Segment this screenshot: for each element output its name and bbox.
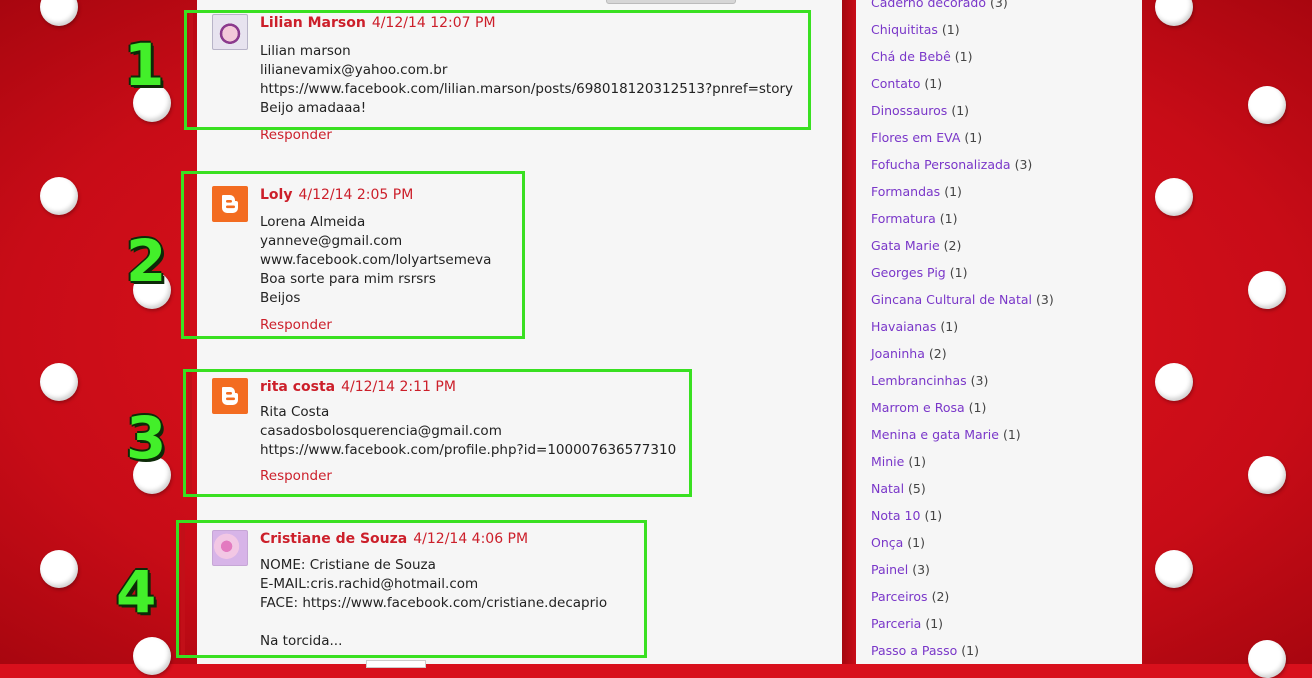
highlight-box	[181, 171, 525, 339]
polka-dot	[40, 177, 78, 215]
polka-dot	[40, 363, 78, 401]
label-link[interactable]: Gincana Cultural de Natal	[871, 292, 1032, 307]
label-item[interactable]: Natal (5)	[871, 478, 1054, 505]
label-count: (3)	[970, 373, 989, 388]
label-count: (2)	[928, 346, 947, 361]
label-item[interactable]: Parceiros (2)	[871, 586, 1054, 613]
label-link[interactable]: Painel	[871, 562, 908, 577]
polka-dot	[1155, 550, 1193, 588]
highlight-box	[183, 369, 692, 497]
entry-number: 2	[126, 227, 167, 295]
label-item[interactable]: Gincana Cultural de Natal (3)	[871, 289, 1054, 316]
label-count: (1)	[968, 400, 987, 415]
label-link[interactable]: Nota 10	[871, 508, 920, 523]
label-item[interactable]: Havaianas (1)	[871, 316, 1054, 343]
label-count: (3)	[912, 562, 930, 577]
bottom-tab[interactable]	[366, 660, 426, 668]
label-count: (1)	[951, 103, 970, 118]
label-item[interactable]: Dinossauros (1)	[871, 100, 1054, 127]
label-count: (2)	[943, 238, 962, 253]
label-link[interactable]: Georges Pig	[871, 265, 946, 280]
label-link[interactable]: Flores em EVA	[871, 130, 960, 145]
label-link[interactable]: Dinossauros	[871, 103, 947, 118]
label-count: (1)	[925, 616, 944, 631]
polka-dot	[1248, 640, 1286, 678]
entry-number: 3	[126, 404, 167, 472]
label-link[interactable]: Gata Marie	[871, 238, 940, 253]
label-count: (3)	[1036, 292, 1054, 307]
polka-dot	[40, 550, 78, 588]
label-item[interactable]: Lembrancinhas (3)	[871, 370, 1054, 397]
label-item[interactable]: Gata Marie (2)	[871, 235, 1054, 262]
label-item[interactable]: Nota 10 (1)	[871, 505, 1054, 532]
label-count: (5)	[908, 481, 926, 496]
label-link[interactable]: Fofucha Personalizada	[871, 157, 1011, 172]
label-item[interactable]: Minie (1)	[871, 451, 1054, 478]
label-count: (1)	[908, 454, 927, 469]
label-count: (3)	[1014, 157, 1033, 172]
label-count: (1)	[944, 184, 962, 199]
label-link[interactable]: Chiquititas	[871, 22, 938, 37]
label-link[interactable]: Formatura	[871, 211, 936, 226]
column-divider	[842, 0, 856, 664]
entry-number: 1	[124, 31, 165, 99]
label-item[interactable]: Passo a Passo (1)	[871, 640, 1054, 667]
label-link[interactable]: Parceria	[871, 616, 921, 631]
label-link[interactable]: Onça	[871, 535, 903, 550]
label-link[interactable]: Havaianas	[871, 319, 936, 334]
label-link[interactable]: Formandas	[871, 184, 940, 199]
label-link[interactable]: Passo a Passo	[871, 643, 957, 658]
label-item[interactable]: Marrom e Rosa (1)	[871, 397, 1054, 424]
label-item[interactable]: Contato (1)	[871, 73, 1054, 100]
polka-dot	[1248, 86, 1286, 124]
label-count: (1)	[924, 76, 943, 91]
polka-dot	[1155, 178, 1193, 216]
label-count: (1)	[949, 265, 968, 280]
label-item[interactable]: Painel (3)	[871, 559, 1054, 586]
label-item[interactable]: Chá de Bebê (1)	[871, 46, 1054, 73]
label-count: (2)	[931, 589, 950, 604]
label-item[interactable]: Flores em EVA (1)	[871, 127, 1054, 154]
label-item[interactable]: Parceria (1)	[871, 613, 1054, 640]
label-item[interactable]: Joaninha (2)	[871, 343, 1054, 370]
label-count: (1)	[924, 508, 943, 523]
polka-dot	[133, 637, 171, 675]
label-count: (1)	[1002, 427, 1021, 442]
label-link[interactable]: Parceiros	[871, 589, 928, 604]
label-count: (1)	[964, 130, 983, 145]
highlight-box	[176, 520, 647, 658]
polka-dot	[1248, 456, 1286, 494]
label-count: (1)	[940, 319, 959, 334]
label-count: (1)	[941, 22, 960, 37]
label-item[interactable]: Caderno decorado (3)	[871, 0, 1054, 19]
label-item[interactable]: Georges Pig (1)	[871, 262, 1054, 289]
label-count: (1)	[907, 535, 926, 550]
label-link[interactable]: Caderno decorado	[871, 0, 986, 10]
scroll-tab[interactable]	[606, 0, 736, 4]
label-item[interactable]: Chiquititas (1)	[871, 19, 1054, 46]
label-link[interactable]: Marrom e Rosa	[871, 400, 965, 415]
label-link[interactable]: Natal	[871, 481, 904, 496]
labels-list: Caderno decorado (3) Chiquititas (1) Chá d…	[871, 0, 1054, 667]
label-count: (1)	[954, 49, 973, 64]
label-link[interactable]: Menina e gata Marie	[871, 427, 999, 442]
label-item[interactable]: Fofucha Personalizada (3)	[871, 154, 1054, 181]
label-link[interactable]: Minie	[871, 454, 904, 469]
label-count: (3)	[990, 0, 1008, 10]
label-count: (1)	[961, 643, 979, 658]
polka-dot	[1248, 271, 1286, 309]
label-count: (1)	[939, 211, 958, 226]
label-link[interactable]: Joaninha	[871, 346, 925, 361]
entry-number: 4	[116, 558, 157, 626]
label-link[interactable]: Lembrancinhas	[871, 373, 967, 388]
label-item[interactable]: Menina e gata Marie (1)	[871, 424, 1054, 451]
highlight-box	[184, 10, 811, 130]
label-link[interactable]: Contato	[871, 76, 920, 91]
label-item[interactable]: Onça (1)	[871, 532, 1054, 559]
label-item[interactable]: Formandas (1)	[871, 181, 1054, 208]
label-item[interactable]: Formatura (1)	[871, 208, 1054, 235]
label-link[interactable]: Chá de Bebê	[871, 49, 951, 64]
polka-dot	[1155, 363, 1193, 401]
